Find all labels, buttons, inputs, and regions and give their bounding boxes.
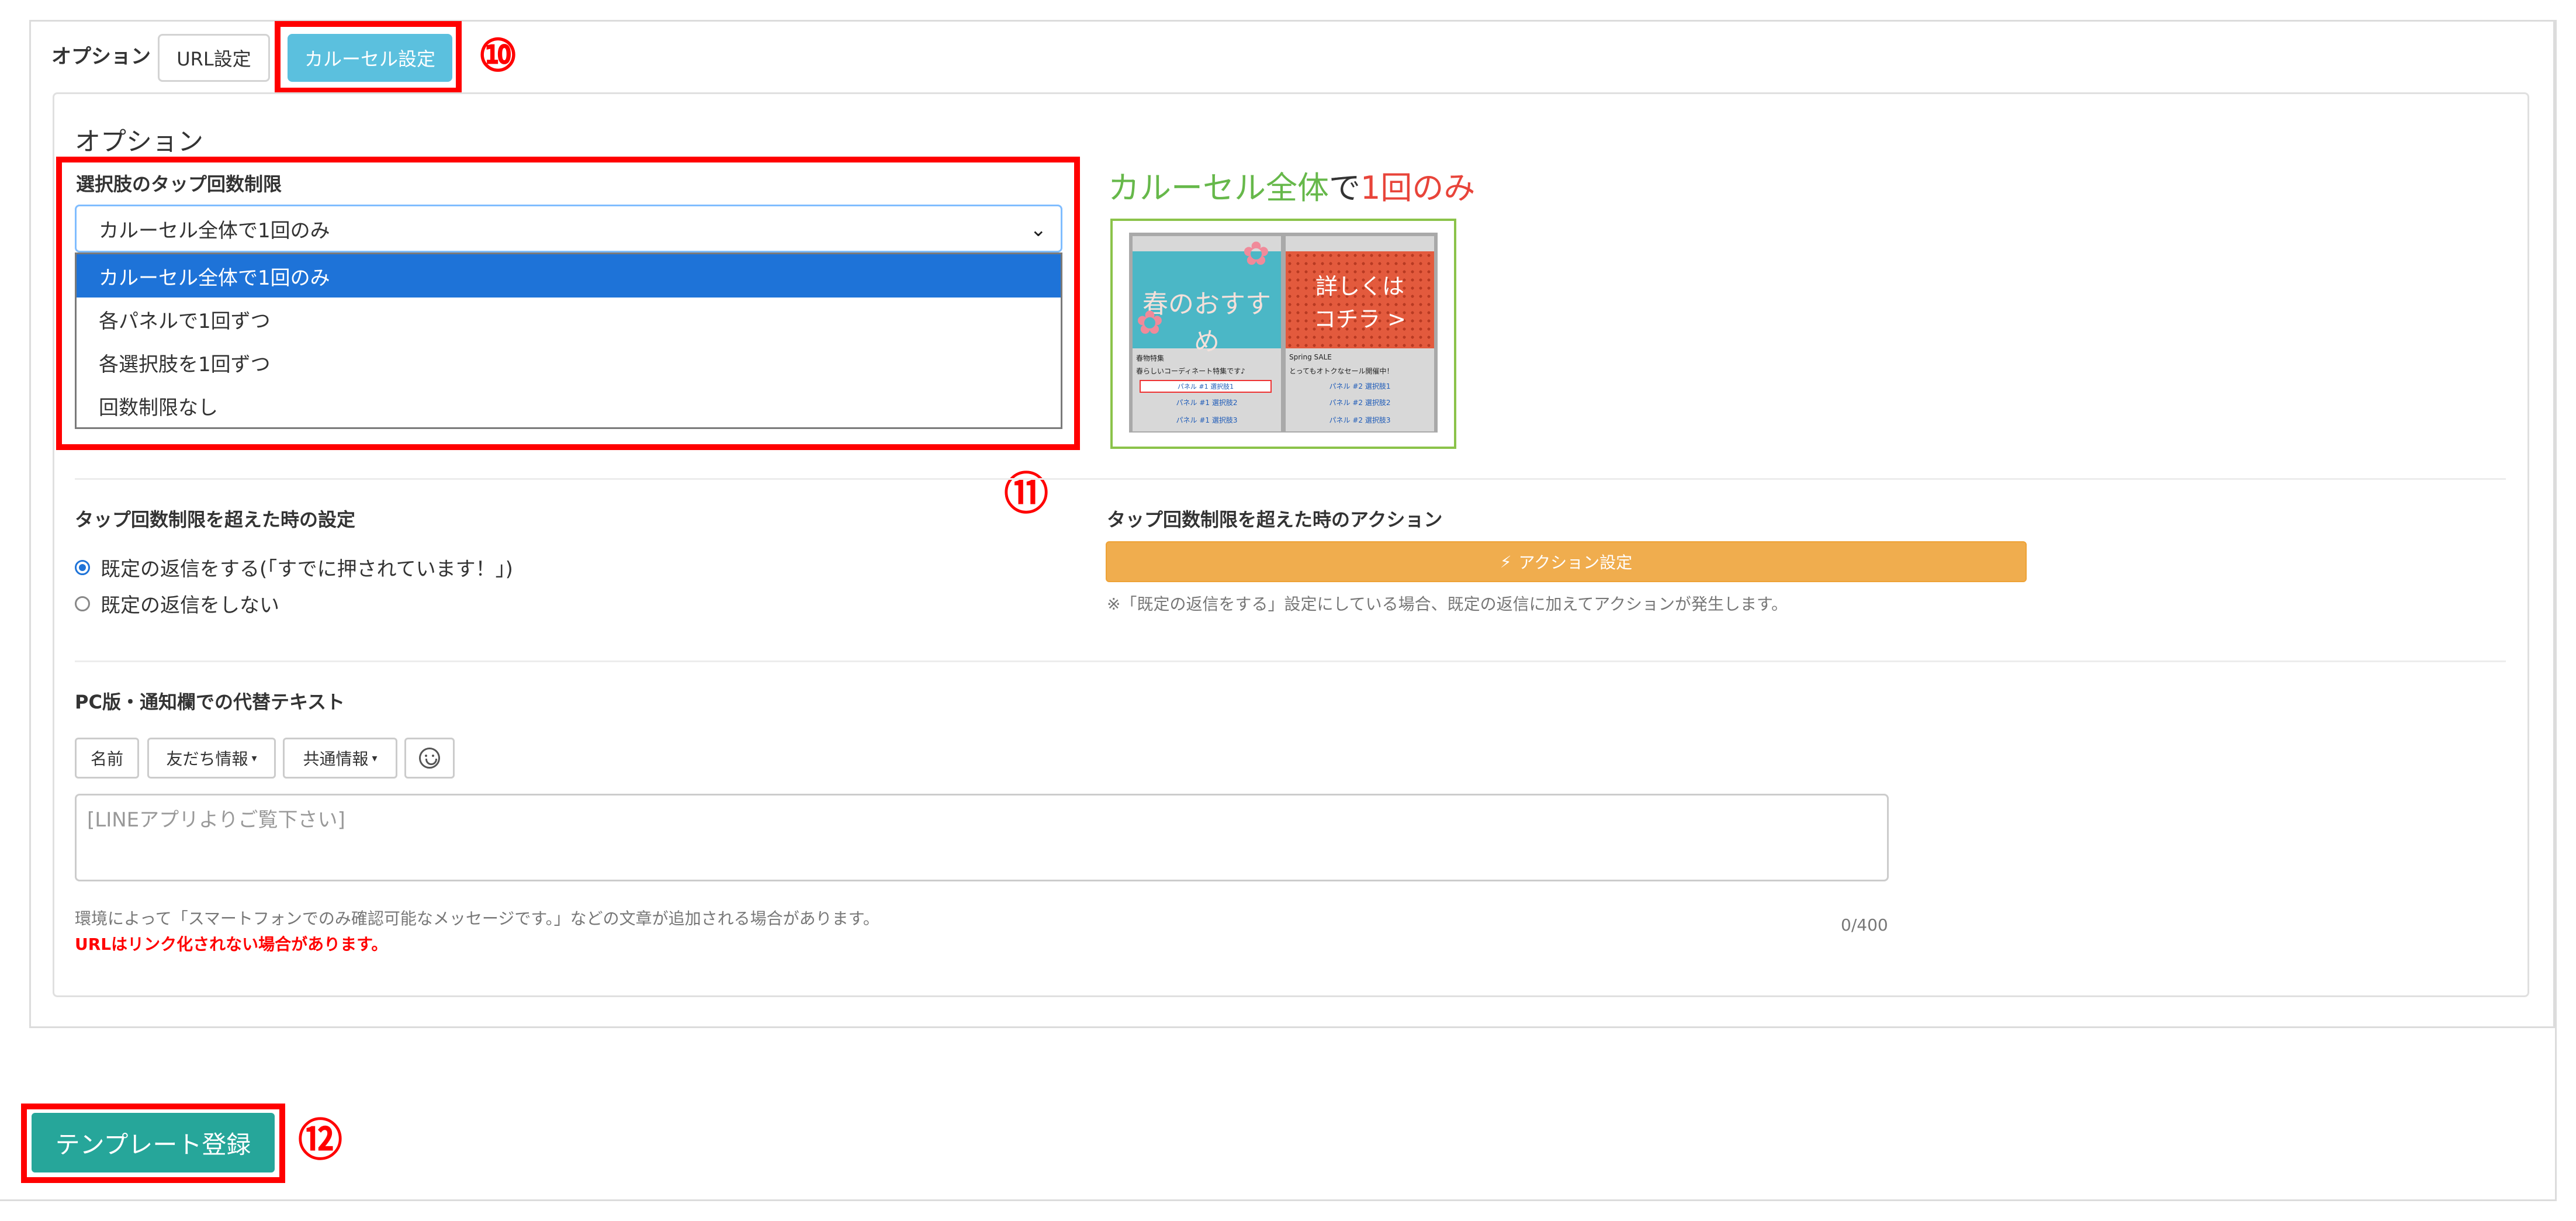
preview-panel-1-title: 春物特集	[1136, 354, 1165, 362]
emoji-button[interactable]	[404, 738, 455, 779]
alt-text-textarea[interactable]: [LINEアプリよりご覧下さい]	[75, 794, 1889, 881]
annotation-number-11: ⑪	[1004, 468, 1048, 520]
radio-default-reply-label: 既定の返信をする(「すでに押されています！」)	[101, 558, 513, 581]
preview-title: カルーセル全体で1回のみ	[1108, 170, 1476, 206]
lightning-icon: ⚡	[1500, 552, 1512, 572]
radio-button-unchecked[interactable]	[75, 596, 90, 611]
frame-line	[2555, 20, 2557, 1201]
action-note: ※「既定の返信をする」設定にしている場合、既定の返信に加えてアクションが発生しま…	[1107, 594, 1788, 614]
highlight-box-11	[56, 157, 1080, 450]
caret-down-icon: ▾	[251, 752, 257, 765]
character-counter: 0/400	[1841, 915, 1888, 935]
common-info-dropdown[interactable]: 共通情報 ▾	[283, 738, 397, 779]
radio-default-reply[interactable]: 既定の返信をする(「すでに押されています！」)	[75, 553, 513, 582]
radio-no-reply[interactable]: 既定の返信をしない	[75, 589, 279, 618]
tab-url-settings[interactable]: URL設定	[158, 34, 270, 82]
radio-no-reply-label: 既定の返信をしない	[101, 594, 279, 617]
preview-panel-1-button-2: パネル #1 選択肢2	[1176, 399, 1238, 407]
panel-title: オプション	[75, 127, 203, 157]
alt-text-warning: URLはリンク化されない場合があります。	[75, 935, 388, 954]
options-label: オプション	[51, 45, 151, 68]
preview-panel-1-button-3: パネル #1 選択肢3	[1176, 416, 1238, 424]
register-template-button[interactable]: テンプレート登録	[32, 1113, 275, 1172]
preview-panel-1-button-1: パネル #1 選択肢1	[1140, 380, 1272, 393]
annotation-number-10: ⑩	[478, 29, 518, 81]
caret-down-icon: ▾	[372, 752, 378, 765]
flower-icon: ✿	[1242, 235, 1270, 273]
preview-panel-2-button-3: パネル #2 選択肢3	[1329, 416, 1391, 424]
divider	[75, 478, 2506, 480]
friend-info-dropdown[interactable]: 友だち情報 ▾	[147, 738, 276, 779]
preview-panel-2-title: Spring SALE	[1289, 353, 1332, 361]
alt-text-help: 環境によって「スマートフォンでのみ確認可能なメッセージです。」などの文章が追加さ…	[75, 909, 880, 928]
action-settings-button[interactable]: ⚡ アクション設定	[1106, 541, 2027, 582]
action-settings-label: アクション設定	[1518, 553, 1633, 572]
preview-panel-1-desc: 春らしいコーディネート特集です♪	[1136, 367, 1245, 375]
divider	[75, 660, 2506, 662]
highlight-box-10	[275, 21, 462, 94]
preview-panel-2-desc: とってもオトクなセール開催中！	[1289, 367, 1394, 375]
radio-button-checked[interactable]	[75, 559, 90, 575]
frame-line	[0, 1199, 2555, 1201]
preview-panel-2-image-text: 詳しくは コチラ >	[1314, 274, 1406, 332]
annotation-number-12: ⑫	[298, 1114, 342, 1166]
alt-text-label: PC版・通知欄での代替テキスト	[75, 691, 345, 713]
insert-name-button[interactable]: 名前	[75, 738, 139, 779]
preview-panel-2-button-1: パネル #2 選択肢1	[1329, 382, 1391, 390]
preview-panel-2-button-2: パネル #2 選択肢2	[1329, 399, 1391, 407]
action-label: タップ回数制限を超えた時のアクション	[1107, 509, 1443, 531]
over-limit-label: タップ回数制限を超えた時の設定	[75, 509, 356, 531]
flower-icon: ✿	[1136, 304, 1164, 342]
smiley-icon	[419, 748, 440, 769]
